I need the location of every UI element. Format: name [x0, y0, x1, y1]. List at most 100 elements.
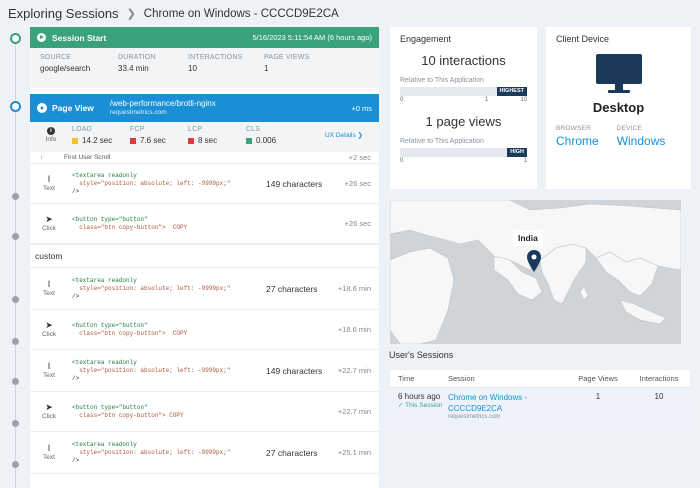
timeline-node-page-view: [10, 101, 21, 112]
code-line: <textarea readonly: [72, 440, 137, 448]
browser-value[interactable]: Chrome: [556, 134, 599, 148]
event-code: <textarea readonly style="position: abso…: [72, 359, 262, 383]
ux-details-label: UX Details: [325, 132, 356, 139]
code-line: />: [72, 374, 80, 382]
session-meta: SOURCE google/search DURATION 33.4 min INT…: [30, 48, 379, 88]
code-line: <textarea readonly: [72, 171, 137, 179]
play-icon: [37, 33, 46, 42]
page-views-label: PAGE VIEWS: [264, 54, 310, 61]
col-page-views: Page Views: [578, 374, 618, 383]
vital-value: 7.6 sec: [140, 136, 166, 145]
event-code: <textarea readonly style="position: abso…: [72, 277, 262, 301]
relative-label: Relative to This Application: [400, 77, 484, 84]
vital-color-swatch: [188, 137, 194, 144]
vital-color-swatch: [130, 137, 136, 144]
event-row[interactable]: I Text <textarea readonly style="position…: [30, 350, 379, 392]
event-row[interactable]: I Text <textarea readonly style="position…: [30, 268, 379, 310]
session-start-title: Session Start: [52, 32, 107, 43]
event-row[interactable]: ➤ Click <button type="button" class="btn …: [30, 310, 379, 350]
code-line: />: [72, 456, 80, 464]
device-label: DEVICE: [616, 125, 643, 132]
page-views-value: 1: [264, 64, 269, 73]
table-row[interactable]: 6 hours ago ✓ This Session Chrome on Wind…: [390, 388, 690, 428]
custom-section-label: custom: [30, 244, 379, 268]
breadcrumb-root[interactable]: Exploring Sessions: [8, 6, 119, 21]
code-line: <button type="button": [72, 403, 148, 411]
scale-tick: 10: [520, 97, 527, 103]
text-cursor-icon: I: [47, 442, 51, 453]
timeline-node: [12, 296, 19, 303]
engagement-title: Engagement: [400, 34, 452, 44]
session-host: requestmetrics.com: [448, 414, 501, 420]
event-kind-label: Click: [41, 330, 57, 338]
col-session: Session: [448, 374, 475, 383]
scale-tick: 1: [485, 97, 489, 103]
page-view-url[interactable]: /web-performance/brotli-nginx requestmetr…: [110, 99, 216, 117]
vital-fcp: FCP 7.6 sec: [130, 126, 180, 145]
cursor-icon: ➤: [45, 319, 53, 330]
code-line: style="position: absolute; left: -9999px…: [72, 284, 231, 292]
code-line: <textarea readonly: [72, 276, 137, 284]
event-kind-label: Text: [43, 289, 55, 297]
world-map: [390, 200, 681, 344]
location-map[interactable]: India: [390, 200, 681, 344]
col-interactions: Interactions: [639, 374, 679, 383]
device-type: Desktop: [592, 100, 645, 115]
code-line: />: [72, 187, 80, 195]
client-device-title: Client Device: [556, 34, 610, 44]
session-interactions: 10: [654, 392, 664, 401]
event-chars: 149 characters: [266, 365, 323, 376]
map-pin-icon: [527, 250, 541, 272]
breadcrumb: Exploring Sessions ❯ Chrome on Windows -…: [0, 0, 700, 27]
code-line: style="position: absolute; left: -9999px…: [72, 366, 231, 374]
session-page-views: 1: [595, 392, 601, 401]
timeline-node: [12, 193, 19, 200]
timeline-node: [12, 233, 19, 240]
timeline-node: [12, 461, 19, 468]
event-row[interactable]: ➤ Click <button type="button" class="btn …: [30, 392, 379, 432]
code-line: class="btn copy-button"> COPY: [72, 223, 188, 231]
scale-tick: 1: [523, 158, 527, 164]
vital-label: CLS: [246, 126, 261, 133]
page-view-path: /web-performance/brotli-nginx: [109, 99, 216, 108]
code-line: style="position: absolute; left: -9999px…: [72, 179, 231, 187]
info-icon: i: [47, 127, 55, 135]
info-label: Info: [45, 136, 57, 143]
session-start-header: Session Start 5/16/2023 5:11:54 AM (6 ho…: [30, 27, 379, 48]
event-time: +18.6 min: [337, 284, 371, 293]
event-chars: 27 characters: [266, 283, 318, 294]
ux-details-link[interactable]: UX Details ❯: [325, 131, 363, 139]
highest-badge: HIGHEST: [496, 87, 527, 96]
this-session-label: This Session: [405, 402, 443, 409]
event-chars: 149 characters: [266, 178, 323, 189]
interactions-value: 10: [188, 64, 197, 73]
duration-label: DURATION: [118, 54, 156, 61]
event-time: +26 sec: [344, 179, 371, 188]
vital-cls: CLS 0.006: [246, 126, 296, 145]
event-chars: 27 characters: [266, 447, 318, 458]
interactions-bar: HIGHEST: [400, 87, 527, 96]
event-kind: I Text: [38, 442, 60, 462]
session-link[interactable]: Chrome on Windows - CCCCD9E2CA: [448, 392, 568, 414]
os-value[interactable]: Windows: [617, 134, 666, 148]
client-device-card: Client Device Desktop BROWSER Chrome DEVI…: [546, 27, 691, 189]
page-view-header[interactable]: ● Page View /web-performance/brotli-ngin…: [30, 94, 379, 122]
web-vitals: i Info LOAD 14.2 sec FCP 7.6 sec LCP 8 sec C…: [30, 122, 379, 152]
vital-lcp: LCP 8 sec: [188, 126, 238, 145]
vital-label: FCP: [130, 126, 145, 133]
event-row[interactable]: ➤ Click <button type="button" class="btn …: [30, 204, 379, 244]
event-time: +26 sec: [344, 219, 371, 228]
users-sessions-table: Time Session Page Views Interactions 6 h…: [390, 370, 690, 428]
event-kind: ➤ Click: [38, 402, 60, 421]
text-cursor-icon: I: [47, 173, 51, 184]
first-scroll-time: +2 sec: [348, 153, 371, 162]
browser-label: BROWSER: [556, 125, 591, 132]
page-view-offset: +0 ms: [351, 103, 372, 113]
vital-label: LCP: [188, 126, 203, 133]
scale-tick: 0: [400, 158, 404, 164]
event-kind: ➤ Click: [38, 214, 60, 233]
vital-color-swatch: [246, 137, 252, 144]
event-row[interactable]: I Text <textarea readonly style="position…: [30, 164, 379, 204]
source-label: SOURCE: [40, 54, 72, 61]
event-row[interactable]: I Text <textarea readonly style="position…: [30, 432, 379, 474]
